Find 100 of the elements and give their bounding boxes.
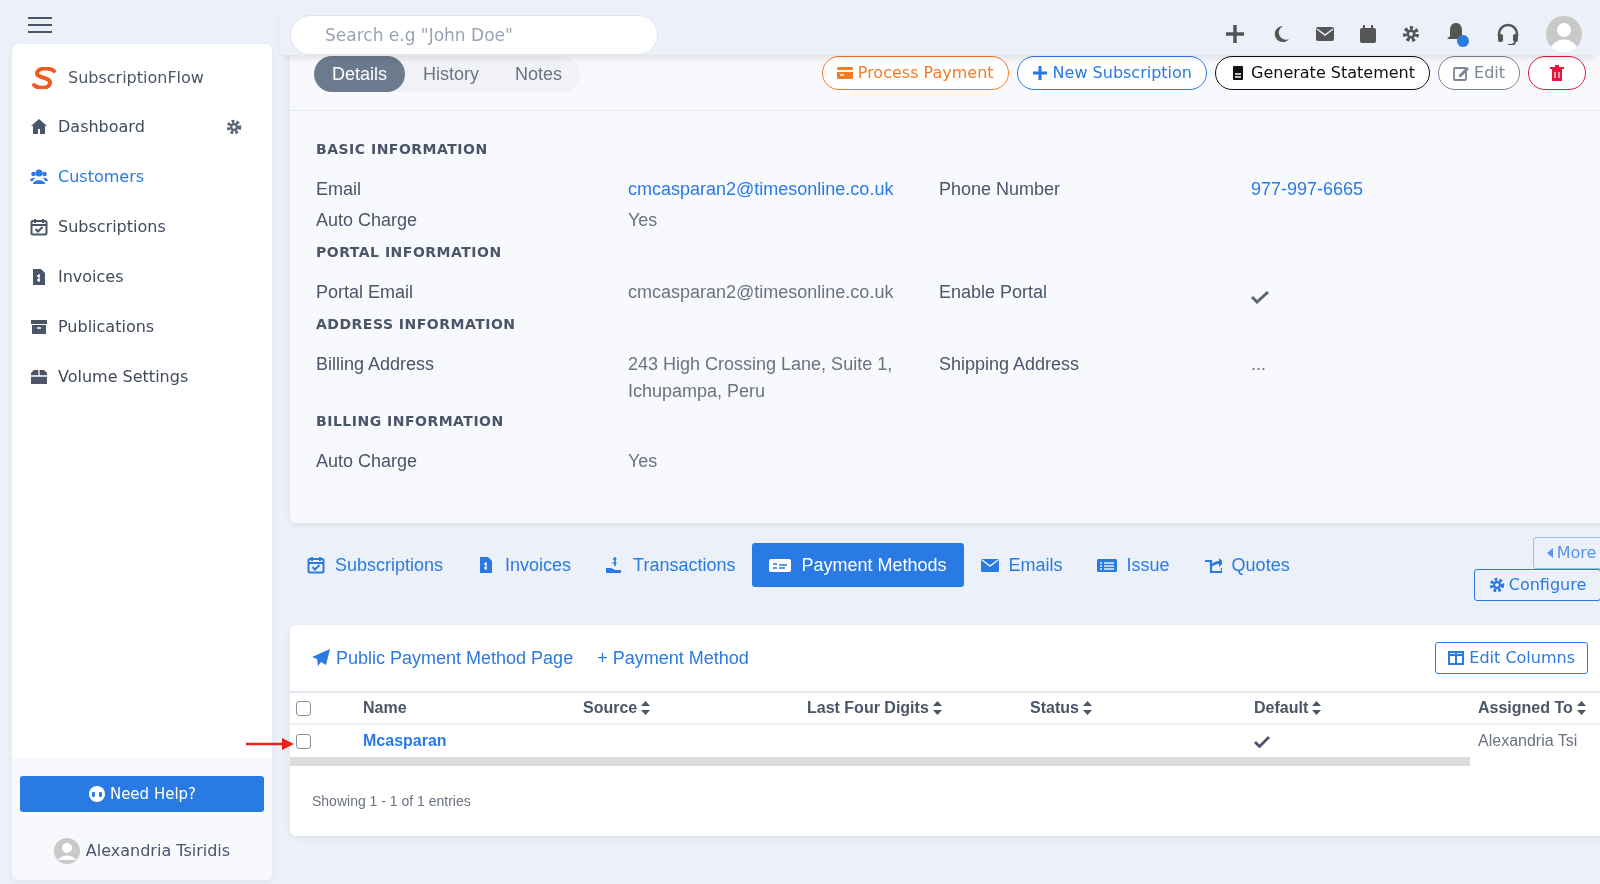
section-title: ADDRESS INFORMATION — [316, 315, 517, 334]
mail-icon[interactable] — [1316, 27, 1334, 41]
tab[interactable]: Subscriptions — [290, 543, 461, 587]
card-icon — [836, 65, 853, 81]
field-value: 243 High Crossing Lane, Suite 1, Ichupampa, Peru — [628, 353, 894, 403]
sidebar-item[interactable]: Volume Settings — [12, 352, 272, 402]
calendar-check-icon — [30, 218, 48, 236]
delete-button[interactable] — [1528, 56, 1586, 90]
field-label: Auto Charge — [316, 450, 419, 473]
calendar-check-icon — [307, 556, 325, 574]
field-value: Yes — [628, 450, 659, 473]
action-button[interactable]: Process Payment — [821, 56, 1009, 90]
edit-columns-button[interactable]: Edit Columns — [1435, 642, 1588, 674]
column-header[interactable]: Status — [1030, 696, 1092, 720]
column-header[interactable]: Last Four Digits — [807, 696, 942, 720]
settings-icon[interactable] — [226, 119, 242, 135]
sort-icon — [1576, 701, 1586, 715]
settings-icon — [1488, 577, 1505, 593]
need-help-button[interactable]: Need Help? — [20, 776, 264, 812]
configure-button[interactable]: Configure — [1474, 569, 1600, 601]
column-header[interactable]: Source — [583, 696, 651, 720]
checkbox[interactable] — [296, 701, 311, 717]
logo-icon — [32, 67, 58, 89]
section-title: PORTAL INFORMATION — [316, 243, 503, 262]
action-button[interactable]: New Subscription — [1016, 56, 1207, 90]
calendar-icon[interactable] — [1360, 25, 1376, 43]
tab[interactable]: Payment Methods — [752, 543, 964, 587]
column-header[interactable]: Assigned To — [1478, 696, 1586, 720]
field-link[interactable]: 977-997-6665 — [1251, 174, 1584, 205]
action-button[interactable]: Edit — [1438, 56, 1520, 90]
bell-icon[interactable] — [1446, 22, 1470, 48]
column-header[interactable]: Default — [1254, 696, 1322, 720]
link[interactable]: + Payment Method — [597, 644, 749, 672]
user-name: Alexandria Tsiridis — [85, 840, 231, 862]
entries-count: Showing 1 - 1 of 1 entries — [312, 793, 471, 809]
field-label: Email — [316, 178, 362, 201]
field-label: Shipping Address — [939, 353, 1081, 376]
brand-name: SubscriptionFlow — [68, 67, 204, 89]
plus-icon[interactable] — [1224, 23, 1246, 45]
home-icon — [30, 118, 48, 136]
tab[interactable]: Quotes — [1186, 543, 1307, 587]
headset-icon[interactable] — [1496, 23, 1520, 45]
field-label: Billing Address — [316, 353, 436, 376]
more-button[interactable]: More — [1533, 537, 1600, 569]
sidebar-item[interactable]: Customers — [12, 152, 272, 202]
hand-dollar-icon — [605, 556, 624, 574]
tab[interactable]: History — [405, 56, 498, 92]
tab[interactable]: Notes — [497, 56, 581, 92]
sidebar-item[interactable]: Dashboard — [12, 102, 272, 152]
edit-icon — [1453, 65, 1469, 81]
tab[interactable]: Transactions — [588, 543, 753, 587]
tab[interactable]: Invoices — [460, 543, 589, 587]
mail-icon — [980, 556, 999, 574]
sort-icon — [932, 701, 942, 715]
field-value: ... — [1251, 353, 1267, 376]
users-icon — [30, 168, 48, 186]
sort-icon — [1082, 701, 1092, 715]
sort-icon — [1312, 701, 1322, 715]
tab[interactable]: Details — [314, 56, 406, 92]
sort-icon — [641, 701, 651, 715]
sidebar-item[interactable]: Subscriptions — [12, 202, 272, 252]
trash-icon — [1549, 65, 1565, 81]
checkbox[interactable] — [296, 734, 311, 750]
action-button[interactable]: Generate Statement — [1215, 56, 1430, 90]
caret-icon — [1546, 548, 1553, 558]
share-icon — [1203, 556, 1222, 574]
document-icon — [1230, 65, 1246, 81]
field-link[interactable]: cmcasparan2@timesonline.co.uk — [628, 174, 939, 205]
avatar-icon — [53, 838, 80, 864]
field-label: Portal Email — [316, 281, 415, 304]
headset-icon — [87, 785, 106, 803]
archive-icon — [30, 318, 48, 336]
box-icon — [30, 368, 48, 386]
field-label: Auto Charge — [316, 209, 419, 232]
field-label: Phone Number — [939, 178, 1062, 201]
section-title: BILLING INFORMATION — [316, 412, 505, 431]
menu-icon[interactable] — [28, 16, 52, 33]
moon-icon[interactable] — [1272, 25, 1290, 43]
card-icon — [769, 556, 792, 574]
field-value: cmcasparan2@timesonline.co.uk — [628, 281, 895, 304]
list-icon — [1096, 556, 1117, 574]
name-link[interactable]: Mcasparan — [363, 732, 447, 749]
plus-icon — [1031, 65, 1048, 81]
field-value: Yes — [628, 209, 659, 232]
settings-icon[interactable] — [1402, 25, 1420, 43]
table-cell: Alexandria Tsi — [1478, 732, 1578, 749]
link[interactable]: Public Payment Method Page — [312, 644, 574, 672]
sidebar-item[interactable]: Invoices — [12, 252, 272, 302]
search-field[interactable]: Search e.g "John Doe" — [290, 15, 658, 55]
field-label: Enable Portal — [939, 281, 1049, 304]
tab[interactable]: Emails — [963, 543, 1080, 587]
columns-icon — [1448, 651, 1465, 665]
invoice-icon — [30, 268, 48, 286]
annotation-arrow — [246, 738, 294, 750]
scrollbar[interactable] — [290, 757, 1470, 766]
tab[interactable]: Issue — [1079, 543, 1187, 587]
sidebar-item[interactable]: Publications — [12, 302, 272, 352]
send-icon — [312, 649, 330, 667]
column-header: Name — [363, 698, 407, 718]
section-title: BASIC INFORMATION — [316, 140, 489, 159]
